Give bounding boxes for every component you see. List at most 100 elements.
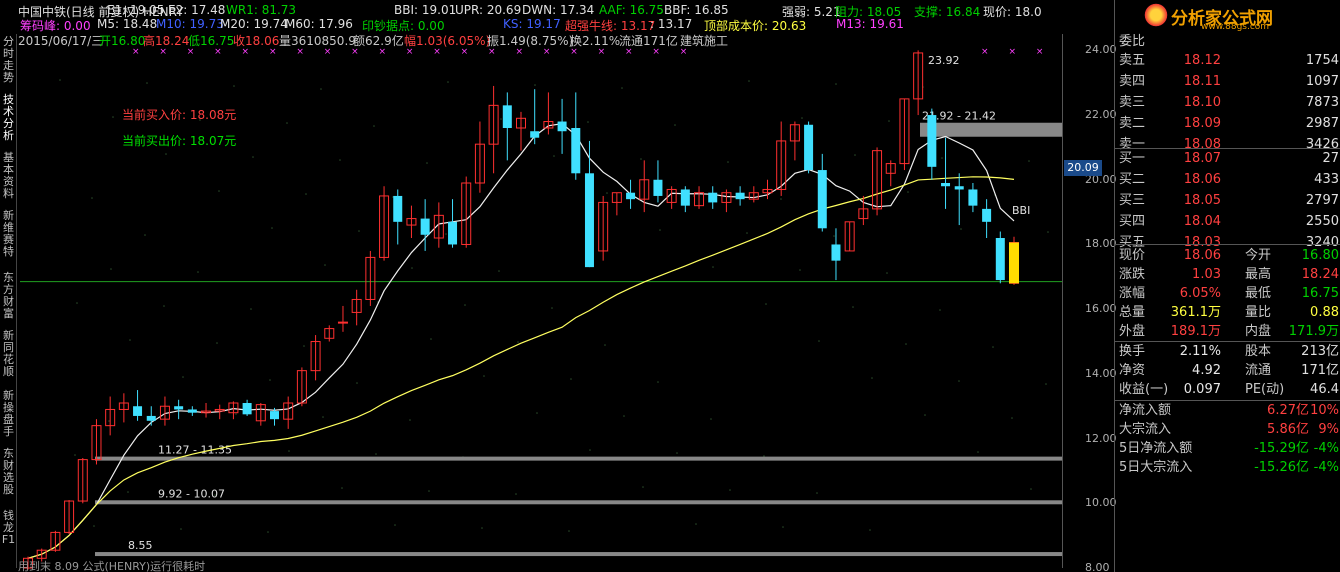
- ohlc-value: 2015/06/17/三: [18, 34, 104, 48]
- ohlc-value: 低16.75: [188, 34, 235, 48]
- tab-2[interactable]: 基本资料: [1, 152, 16, 200]
- grid-dot: [110, 268, 112, 270]
- grid-dot: [782, 526, 784, 528]
- grid-dot: [358, 230, 360, 232]
- ohlc-value: 幅1.03(6.05%): [404, 34, 491, 48]
- grid-dot: [464, 304, 466, 306]
- grid-dot: [91, 197, 93, 199]
- indicator-value: E1: 19.05: [107, 3, 165, 17]
- grid-dot: [129, 339, 131, 341]
- grid-dot: [288, 450, 290, 452]
- ask-row: 卖二 18.09 2987: [1119, 116, 1339, 131]
- grid-dot: [642, 486, 644, 488]
- candle-body: [187, 409, 197, 413]
- stat-row: 涨幅 6.05% 最低 16.75: [1119, 286, 1339, 301]
- level-band: [95, 552, 1062, 557]
- grid-dot: [108, 420, 110, 422]
- sell-price-label: 当前买出价: 18.07元: [122, 134, 237, 148]
- grid-dot: [835, 83, 837, 85]
- candle-body: [502, 105, 512, 128]
- grid-dot: [483, 375, 485, 377]
- level-label: 9.92 - 10.07: [158, 487, 225, 500]
- level-label: 8.55: [128, 539, 153, 552]
- grid-dot: [553, 155, 555, 157]
- grid-dot: [394, 524, 396, 526]
- grid-dot: [515, 493, 517, 495]
- grid-dot: [674, 124, 676, 126]
- grid-dot: [430, 338, 432, 340]
- tab-7[interactable]: 东财选股: [1, 448, 16, 496]
- site-logo: 分析家公式网 www.88gs.com: [1115, 0, 1340, 32]
- grid-dot: [587, 121, 589, 123]
- grid-dot: [869, 529, 871, 531]
- tab-1[interactable]: 技术分析: [1, 94, 16, 142]
- grid-dot: [269, 379, 271, 381]
- ohlc-value: 流通171亿: [619, 34, 678, 48]
- flow-row: 净流入额 6.27亿 10%: [1119, 403, 1339, 418]
- grid-dot: [197, 271, 199, 273]
- grid-dot: [657, 381, 659, 383]
- logo-url: www.88gs.com: [1201, 22, 1270, 32]
- indicator-value: 现价: 18.0: [983, 5, 1042, 19]
- grid-dot: [746, 232, 748, 234]
- bid-row: 买一 18.07 27: [1119, 151, 1339, 166]
- grid-dot: [517, 341, 519, 343]
- price-tick: 16.00: [1085, 302, 1117, 316]
- stat-row: 外盘 189.1万 内盘 171.9万: [1119, 324, 1339, 339]
- grid-dot: [163, 305, 165, 307]
- status-footer: 用到末 8.09 公式(HENRY)运行很耗时: [18, 560, 206, 572]
- grid-dot: [780, 198, 782, 200]
- flow-row: 5日大宗流入 -15.26亿 -4%: [1119, 460, 1339, 475]
- grid-dot: [76, 302, 78, 304]
- tab-0[interactable]: 分时走势: [1, 36, 16, 84]
- grid-dot: [852, 306, 854, 308]
- grid-dot: [267, 531, 269, 533]
- price-tick: 18.00: [1085, 237, 1117, 251]
- indicator-value: M10: 19.73: [156, 17, 224, 31]
- tab-6[interactable]: 新操盘手: [1, 390, 16, 438]
- grid-dot: [286, 122, 288, 124]
- candlestick-chart[interactable]: ×××××××××××××××××××××××××××21.92 - 21.42…: [0, 0, 1062, 572]
- stat-row: 现价 18.06 今开 16.80: [1119, 248, 1339, 263]
- grid-dot: [695, 523, 697, 525]
- ohlc-value: 换2.11%: [570, 34, 621, 48]
- grid-dot: [445, 233, 447, 235]
- candle-body: [831, 244, 841, 261]
- tab-8[interactable]: 钱龙F1: [1, 510, 16, 546]
- grid-dot: [373, 125, 375, 127]
- tab-5[interactable]: 新同花顺: [1, 330, 16, 378]
- level-label: 11.27 - 11.35: [158, 444, 232, 457]
- tab-4[interactable]: 东方财富: [1, 272, 16, 320]
- candle-body: [927, 115, 937, 167]
- weibi-row: 委比: [1119, 34, 1146, 49]
- grid-dot: [165, 153, 167, 155]
- grid-dot: [1030, 488, 1032, 490]
- candle-body: [174, 406, 184, 410]
- grid-dot: [339, 159, 341, 161]
- candle-body: [146, 415, 156, 421]
- grid-dot: [534, 84, 536, 86]
- signal-mark: ×: [1036, 47, 1044, 57]
- indicator-value: E2: 17.48: [168, 3, 226, 17]
- grid-dot: [907, 191, 909, 193]
- grid-dot: [498, 270, 500, 272]
- ohlc-value: 振1.49(8.75%): [487, 34, 574, 48]
- grid-dot: [250, 308, 252, 310]
- ohlc-value: 量3610850.9: [279, 34, 356, 48]
- cursor-price-tag: 20.09: [1064, 160, 1102, 176]
- grid-dot: [905, 343, 907, 345]
- ohlc-value: 开16.80: [99, 34, 146, 48]
- grid-dot: [640, 158, 642, 160]
- grid-dot: [144, 234, 146, 236]
- grid-dot: [500, 118, 502, 120]
- candle-body: [448, 221, 458, 245]
- grid-dot: [1047, 231, 1049, 233]
- price-tick: 14.00: [1085, 366, 1117, 380]
- buy-price-label: 当前买入价: 18.08元: [122, 108, 237, 122]
- tab-3[interactable]: 新维赛特: [1, 210, 16, 258]
- grid-dot: [481, 527, 483, 529]
- indicator-value: WR1: 81.73: [226, 3, 297, 17]
- signal-mark: ×: [981, 47, 989, 57]
- indicator-value: BBF: 16.85: [664, 3, 729, 17]
- grid-dot: [551, 307, 553, 309]
